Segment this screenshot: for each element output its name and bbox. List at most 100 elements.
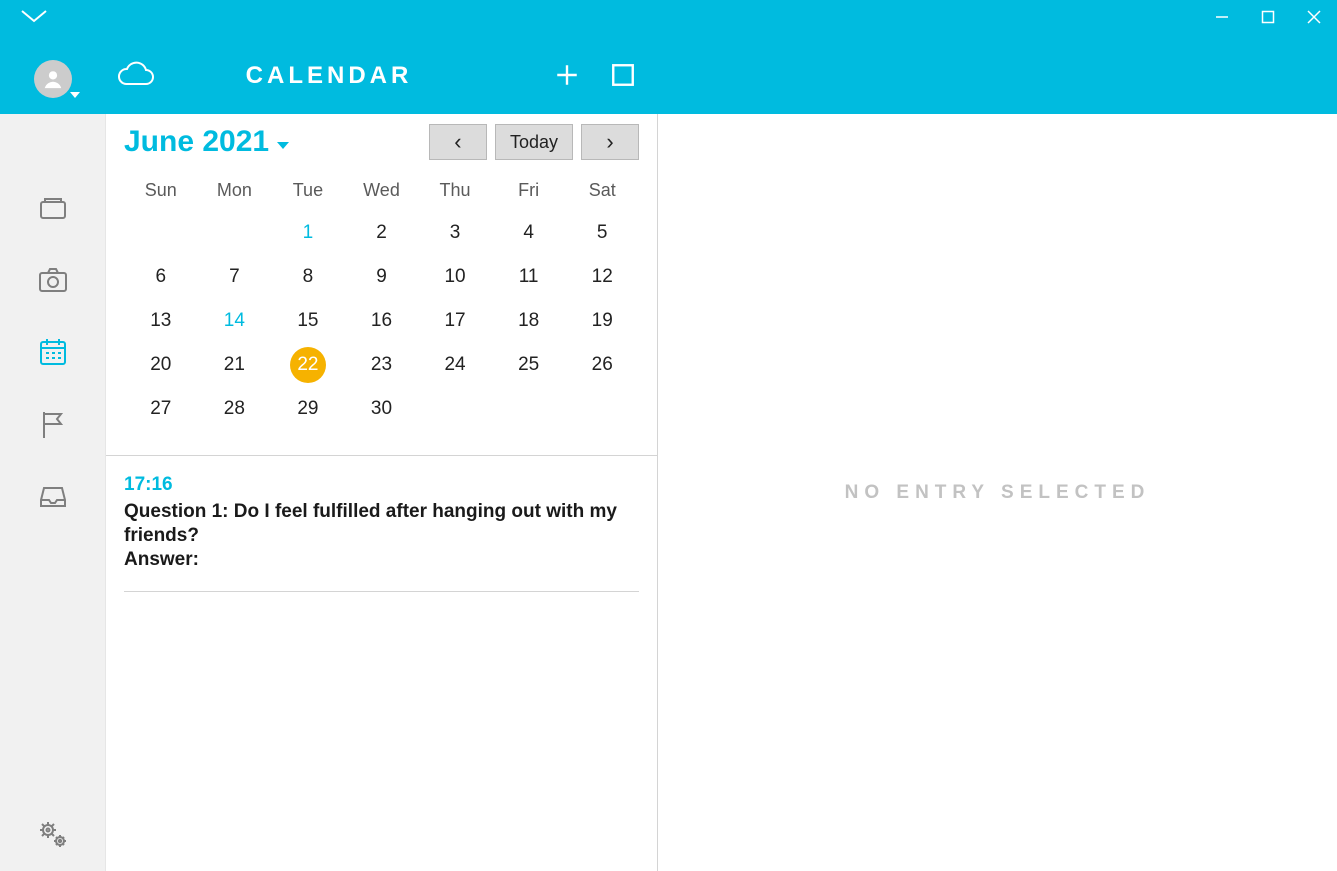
calendar-day <box>492 387 566 431</box>
calendar-day[interactable]: 22 <box>271 343 345 387</box>
add-entry-button[interactable] <box>552 60 582 90</box>
calendar-day[interactable]: 8 <box>271 255 345 299</box>
calendar-day[interactable]: 25 <box>492 343 566 387</box>
header-actions <box>552 60 638 90</box>
sidebar-item-inbox[interactable] <box>0 460 105 532</box>
calendar-day[interactable]: 17 <box>418 299 492 343</box>
empty-detail-message: NO ENTRY SELECTED <box>845 482 1151 504</box>
next-month-button[interactable]: › <box>581 124 639 160</box>
calendar-dow: Sat <box>565 174 639 211</box>
calendar-day[interactable]: 10 <box>418 255 492 299</box>
calendar-day[interactable]: 5 <box>565 211 639 255</box>
calendar-day[interactable]: 20 <box>124 343 198 387</box>
calendar-dow: Tue <box>271 174 345 211</box>
calendar-day[interactable]: 12 <box>565 255 639 299</box>
window-close-button[interactable] <box>1291 0 1337 34</box>
calendar-day[interactable]: 11 <box>492 255 566 299</box>
calendar-day[interactable]: 14 <box>198 299 272 343</box>
month-picker[interactable]: June 2021 <box>124 125 289 159</box>
calendar-day[interactable]: 29 <box>271 387 345 431</box>
entry-text-line: Question 1: Do I feel fulfilled after ha… <box>124 500 639 548</box>
close-icon <box>1307 10 1321 24</box>
calendar-grid: SunMonTueWedThuFriSat 123456789101112131… <box>106 168 657 455</box>
cloud-icon <box>114 58 156 92</box>
flag-icon <box>37 408 69 440</box>
calendar-day[interactable]: 24 <box>418 343 492 387</box>
toggle-view-button[interactable] <box>608 60 638 90</box>
calendar-day[interactable]: 4 <box>492 211 566 255</box>
calendar-day[interactable]: 27 <box>124 387 198 431</box>
calendar-week-row: 12345 <box>124 211 639 255</box>
calendar-day[interactable]: 6 <box>124 255 198 299</box>
entries-list: 17:16 Question 1: Do I feel fulfilled aft… <box>106 455 657 871</box>
calendar-day[interactable]: 15 <box>271 299 345 343</box>
entry-time: 17:16 <box>124 474 639 496</box>
center-column: June 2021 ‹ Today › SunMonTueWedThuFriSa… <box>106 114 658 871</box>
calendar-day[interactable]: 19 <box>565 299 639 343</box>
calendar-day[interactable]: 3 <box>418 211 492 255</box>
calendar-week-row: 13141516171819 <box>124 299 639 343</box>
gears-icon <box>36 817 70 851</box>
main: June 2021 ‹ Today › SunMonTueWedThuFriSa… <box>0 114 1337 871</box>
calendar-day <box>418 387 492 431</box>
camera-icon <box>37 264 69 296</box>
calendar-week-row: 20212223242526 <box>124 343 639 387</box>
entry-text-line: Answer: <box>124 548 639 572</box>
detail-pane: NO ENTRY SELECTED <box>658 114 1337 871</box>
sidebar-item-flag[interactable] <box>0 388 105 460</box>
calendar-day[interactable]: 1 <box>271 211 345 255</box>
titlebar-right <box>658 0 1337 114</box>
calendar-day <box>198 211 272 255</box>
calendar-week-row: 27282930 <box>124 387 639 431</box>
calendar-day[interactable]: 18 <box>492 299 566 343</box>
plus-icon <box>554 62 580 88</box>
calendar-day[interactable]: 30 <box>345 387 419 431</box>
app-menu-button[interactable] <box>20 8 48 31</box>
calendar-icon <box>37 336 69 368</box>
calendar-dow: Mon <box>198 174 272 211</box>
cloud-sync-button[interactable] <box>114 58 156 97</box>
today-button[interactable]: Today <box>495 124 573 160</box>
calendar-day[interactable]: 13 <box>124 299 198 343</box>
calendar-week-row: 6789101112 <box>124 255 639 299</box>
window-minimize-button[interactable] <box>1199 0 1245 34</box>
box-icon <box>37 192 69 224</box>
calendar-dow: Wed <box>345 174 419 211</box>
sidebar-item-photos[interactable] <box>0 244 105 316</box>
caret-down-icon <box>277 142 289 149</box>
sidebar <box>0 114 106 871</box>
calendar-day[interactable]: 28 <box>198 387 272 431</box>
sidebar-item-settings[interactable] <box>0 817 105 851</box>
calendar-header: June 2021 ‹ Today › <box>106 114 657 168</box>
calendar-day <box>124 211 198 255</box>
calendar-day <box>565 387 639 431</box>
minimize-icon <box>1215 10 1229 24</box>
window-maximize-button[interactable] <box>1245 0 1291 34</box>
chevron-down-icon <box>20 8 48 26</box>
titlebar: CALENDAR <box>0 0 1337 114</box>
prev-month-button[interactable]: ‹ <box>429 124 487 160</box>
inbox-icon <box>37 480 69 512</box>
user-icon <box>42 68 64 90</box>
calendar-dow-row: SunMonTueWedThuFriSat <box>124 174 639 211</box>
titlebar-left: CALENDAR <box>0 0 658 114</box>
sidebar-item-calendar[interactable] <box>0 316 105 388</box>
maximize-icon <box>1261 10 1275 24</box>
calendar-day[interactable]: 26 <box>565 343 639 387</box>
calendar-day[interactable]: 23 <box>345 343 419 387</box>
month-label: June 2021 <box>124 125 269 159</box>
calendar-day[interactable]: 21 <box>198 343 272 387</box>
sidebar-item-today[interactable] <box>0 172 105 244</box>
avatar-caret-icon <box>70 92 80 98</box>
calendar-dow: Fri <box>492 174 566 211</box>
calendar-day[interactable]: 7 <box>198 255 272 299</box>
calendar-nav: ‹ Today › <box>429 124 639 160</box>
calendar-dow: Sun <box>124 174 198 211</box>
calendar-day[interactable]: 2 <box>345 211 419 255</box>
calendar-day[interactable]: 9 <box>345 255 419 299</box>
window-controls <box>1199 0 1337 34</box>
entry-item[interactable]: 17:16 Question 1: Do I feel fulfilled aft… <box>124 474 639 592</box>
avatar-button[interactable] <box>34 60 72 98</box>
calendar-dow: Thu <box>418 174 492 211</box>
calendar-day[interactable]: 16 <box>345 299 419 343</box>
